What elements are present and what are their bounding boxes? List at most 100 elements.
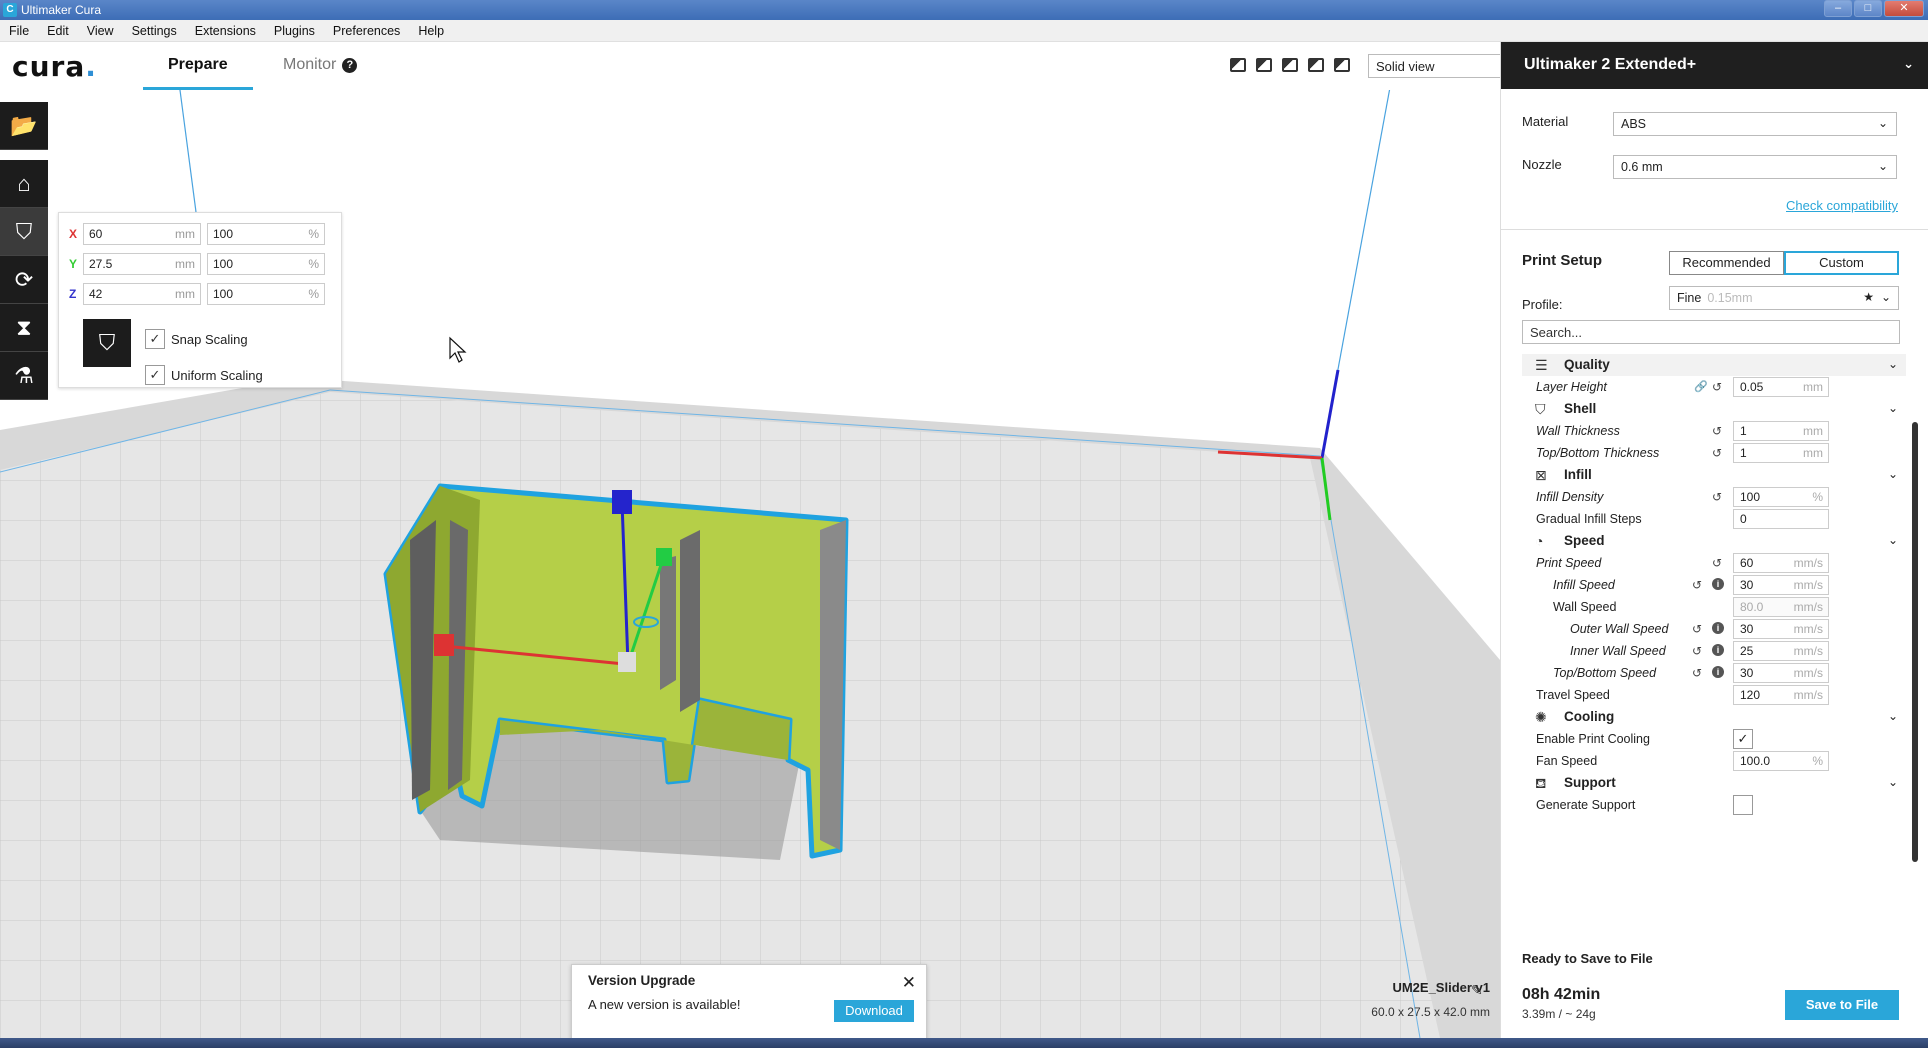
uniform-scaling-option[interactable]: ✓ Uniform Scaling — [145, 365, 263, 385]
maximize-button[interactable]: □ — [1854, 0, 1882, 17]
scale-x-percent-input[interactable]: 100% — [207, 223, 325, 245]
infill-density-input[interactable]: 100% — [1733, 487, 1829, 507]
move-tool-button[interactable]: ⌂ — [0, 160, 48, 208]
chevron-down-icon: ⌄ — [1887, 357, 1898, 371]
gradual-infill-input[interactable]: 0 — [1733, 509, 1829, 529]
generate-support-checkbox[interactable] — [1733, 795, 1753, 815]
reset-icon[interactable]: ↺ — [1712, 490, 1722, 504]
top-bottom-thickness-input[interactable]: 1 mm — [1733, 443, 1829, 463]
layer-height-input[interactable]: 0.05 mm — [1733, 377, 1829, 397]
reset-icon[interactable]: ↺ — [1692, 622, 1702, 636]
category-cooling[interactable]: ✺ Cooling ⌄ — [1522, 706, 1906, 728]
menu-edit[interactable]: Edit — [38, 24, 78, 38]
menu-plugins[interactable]: Plugins — [265, 24, 324, 38]
menu-settings[interactable]: Settings — [123, 24, 186, 38]
close-notification-icon[interactable]: ✕ — [902, 973, 916, 993]
snap-scaling-label: Snap Scaling — [171, 331, 248, 347]
info-icon[interactable]: i — [1712, 644, 1724, 656]
save-to-file-button[interactable]: Save to File — [1785, 990, 1899, 1020]
menu-view[interactable]: View — [78, 24, 123, 38]
window-title: Ultimaker Cura — [21, 3, 102, 17]
close-window-button[interactable]: ✕ — [1884, 0, 1924, 17]
view-right-icon[interactable] — [1334, 58, 1350, 72]
top-bottom-speed-input[interactable]: 30 mm/s — [1733, 663, 1829, 683]
nozzle-dropdown[interactable]: 0.6 mm ⌄ — [1613, 155, 1897, 179]
outer-wall-speed-input[interactable]: 30 mm/s — [1733, 619, 1829, 639]
tab-prepare[interactable]: Prepare — [168, 56, 228, 74]
star-icon[interactable]: ★ — [1863, 290, 1874, 304]
check-compatibility-link[interactable]: Check compatibility — [1786, 198, 1898, 213]
scale-x-mm-input[interactable]: 60 mm — [83, 223, 201, 245]
axis-label-y: Y — [69, 257, 78, 271]
reset-scale-button[interactable]: ⛉ — [83, 319, 131, 367]
material-dropdown[interactable]: ABS ⌄ — [1613, 112, 1897, 136]
menu-extensions[interactable]: Extensions — [186, 24, 265, 38]
menu-preferences[interactable]: Preferences — [324, 24, 409, 38]
settings-search-input[interactable]: Search... — [1522, 320, 1900, 344]
scale-tool-button[interactable]: ⛉ — [0, 208, 48, 256]
minimize-button[interactable]: – — [1824, 0, 1852, 17]
open-file-button[interactable]: 📂 — [0, 102, 48, 150]
menu-bar: File Edit View Settings Extensions Plugi… — [0, 20, 1928, 42]
reset-icon[interactable]: ↺ — [1712, 380, 1722, 394]
reset-icon[interactable]: ↺ — [1712, 556, 1722, 570]
uniform-scaling-checkbox[interactable]: ✓ — [145, 365, 165, 385]
notification-title: Version Upgrade — [588, 973, 696, 988]
menu-help[interactable]: Help — [409, 24, 453, 38]
travel-speed-input[interactable]: 120 mm/s — [1733, 685, 1829, 705]
fan-speed-input[interactable]: 100.0% — [1733, 751, 1829, 771]
print-speed-input[interactable]: 60 mm/s — [1733, 553, 1829, 573]
enable-cooling-checkbox[interactable]: ✓ — [1733, 729, 1753, 749]
scale-y-percent-input[interactable]: 100% — [207, 253, 325, 275]
reset-icon[interactable]: ↺ — [1692, 578, 1702, 592]
recommended-mode-button[interactable]: Recommended — [1669, 251, 1784, 275]
view-left-icon[interactable] — [1308, 58, 1324, 72]
scale-row-z: Z 42 mm 100% — [69, 282, 331, 306]
edit-pencil-icon[interactable]: ✎ — [1471, 982, 1483, 999]
wall-speed-input[interactable]: 80.0 mm/s — [1733, 597, 1829, 617]
view-3d-icon[interactable] — [1230, 58, 1246, 72]
setting-top-bottom-thickness: Top/Bottom Thickness ↺ 1 mm — [1522, 442, 1906, 464]
inner-wall-speed-input[interactable]: 25 mm/s — [1733, 641, 1829, 661]
wall-thickness-input[interactable]: 1 mm — [1733, 421, 1829, 441]
printer-selector[interactable]: Ultimaker 2 Extended+ ⌄ — [1501, 42, 1928, 89]
profile-dropdown[interactable]: Fine 0.15mm ★ ⌄ — [1669, 286, 1899, 310]
info-icon[interactable]: i — [1712, 666, 1724, 678]
support-icon: ⛾ — [1535, 775, 1547, 791]
scale-y-mm-input[interactable]: 27.5 mm — [83, 253, 201, 275]
menu-file[interactable]: File — [0, 24, 38, 38]
right-sidebar: Ultimaker 2 Extended+ ⌄ Material ABS ⌄ No… — [1500, 42, 1928, 1038]
axis-label-z: Z — [69, 287, 77, 301]
download-button[interactable]: Download — [834, 1000, 914, 1022]
setting-gradual-infill: Gradual Infill Steps 0 — [1522, 508, 1906, 530]
category-support[interactable]: ⛾ Support ⌄ — [1522, 772, 1906, 794]
category-infill[interactable]: ⊠ Infill ⌄ — [1522, 464, 1906, 486]
reset-icon[interactable]: ↺ — [1692, 666, 1702, 680]
category-shell[interactable]: ⛉ Shell ⌄ — [1522, 398, 1906, 420]
tab-monitor[interactable]: Monitor? — [283, 56, 358, 74]
fan-icon: ✺ — [1535, 709, 1547, 725]
snap-scaling-checkbox[interactable]: ✓ — [145, 329, 165, 349]
reset-icon[interactable]: ↺ — [1712, 446, 1722, 460]
mirror-tool-button[interactable]: ⧗ — [0, 304, 48, 352]
category-speed[interactable]: ◔ Speed ⌄ — [1522, 530, 1906, 552]
info-icon[interactable]: i — [1712, 578, 1724, 590]
link-icon: 🔗 — [1694, 381, 1708, 393]
per-model-settings-button[interactable]: ⚗ — [0, 352, 48, 400]
category-quality[interactable]: ☰ Quality ⌄ — [1522, 354, 1906, 376]
reset-icon[interactable]: ↺ — [1712, 424, 1722, 438]
sidebar-scrollbar[interactable] — [1912, 422, 1918, 862]
reset-icon[interactable]: ↺ — [1692, 644, 1702, 658]
scale-z-mm-input[interactable]: 42 mm — [83, 283, 201, 305]
chevron-down-icon: ⌄ — [1887, 467, 1898, 481]
info-icon[interactable]: i — [1712, 622, 1724, 634]
view-front-icon[interactable] — [1256, 58, 1272, 72]
scale-z-percent-input[interactable]: 100% — [207, 283, 325, 305]
custom-mode-button[interactable]: Custom — [1784, 251, 1899, 275]
view-top-icon[interactable] — [1282, 58, 1298, 72]
left-toolbar: 📂 ⌂ ⛉ ⟳ ⧗ ⚗ — [0, 102, 48, 400]
rotate-tool-button[interactable]: ⟳ — [0, 256, 48, 304]
settings-list: ☰ Quality ⌄ Layer Height 🔗 ↺ 0.05 mm ⛉ Shell ⌄ W… — [1522, 354, 1906, 1010]
snap-scaling-option[interactable]: ✓ Snap Scaling — [145, 329, 248, 349]
infill-speed-input[interactable]: 30 mm/s — [1733, 575, 1829, 595]
